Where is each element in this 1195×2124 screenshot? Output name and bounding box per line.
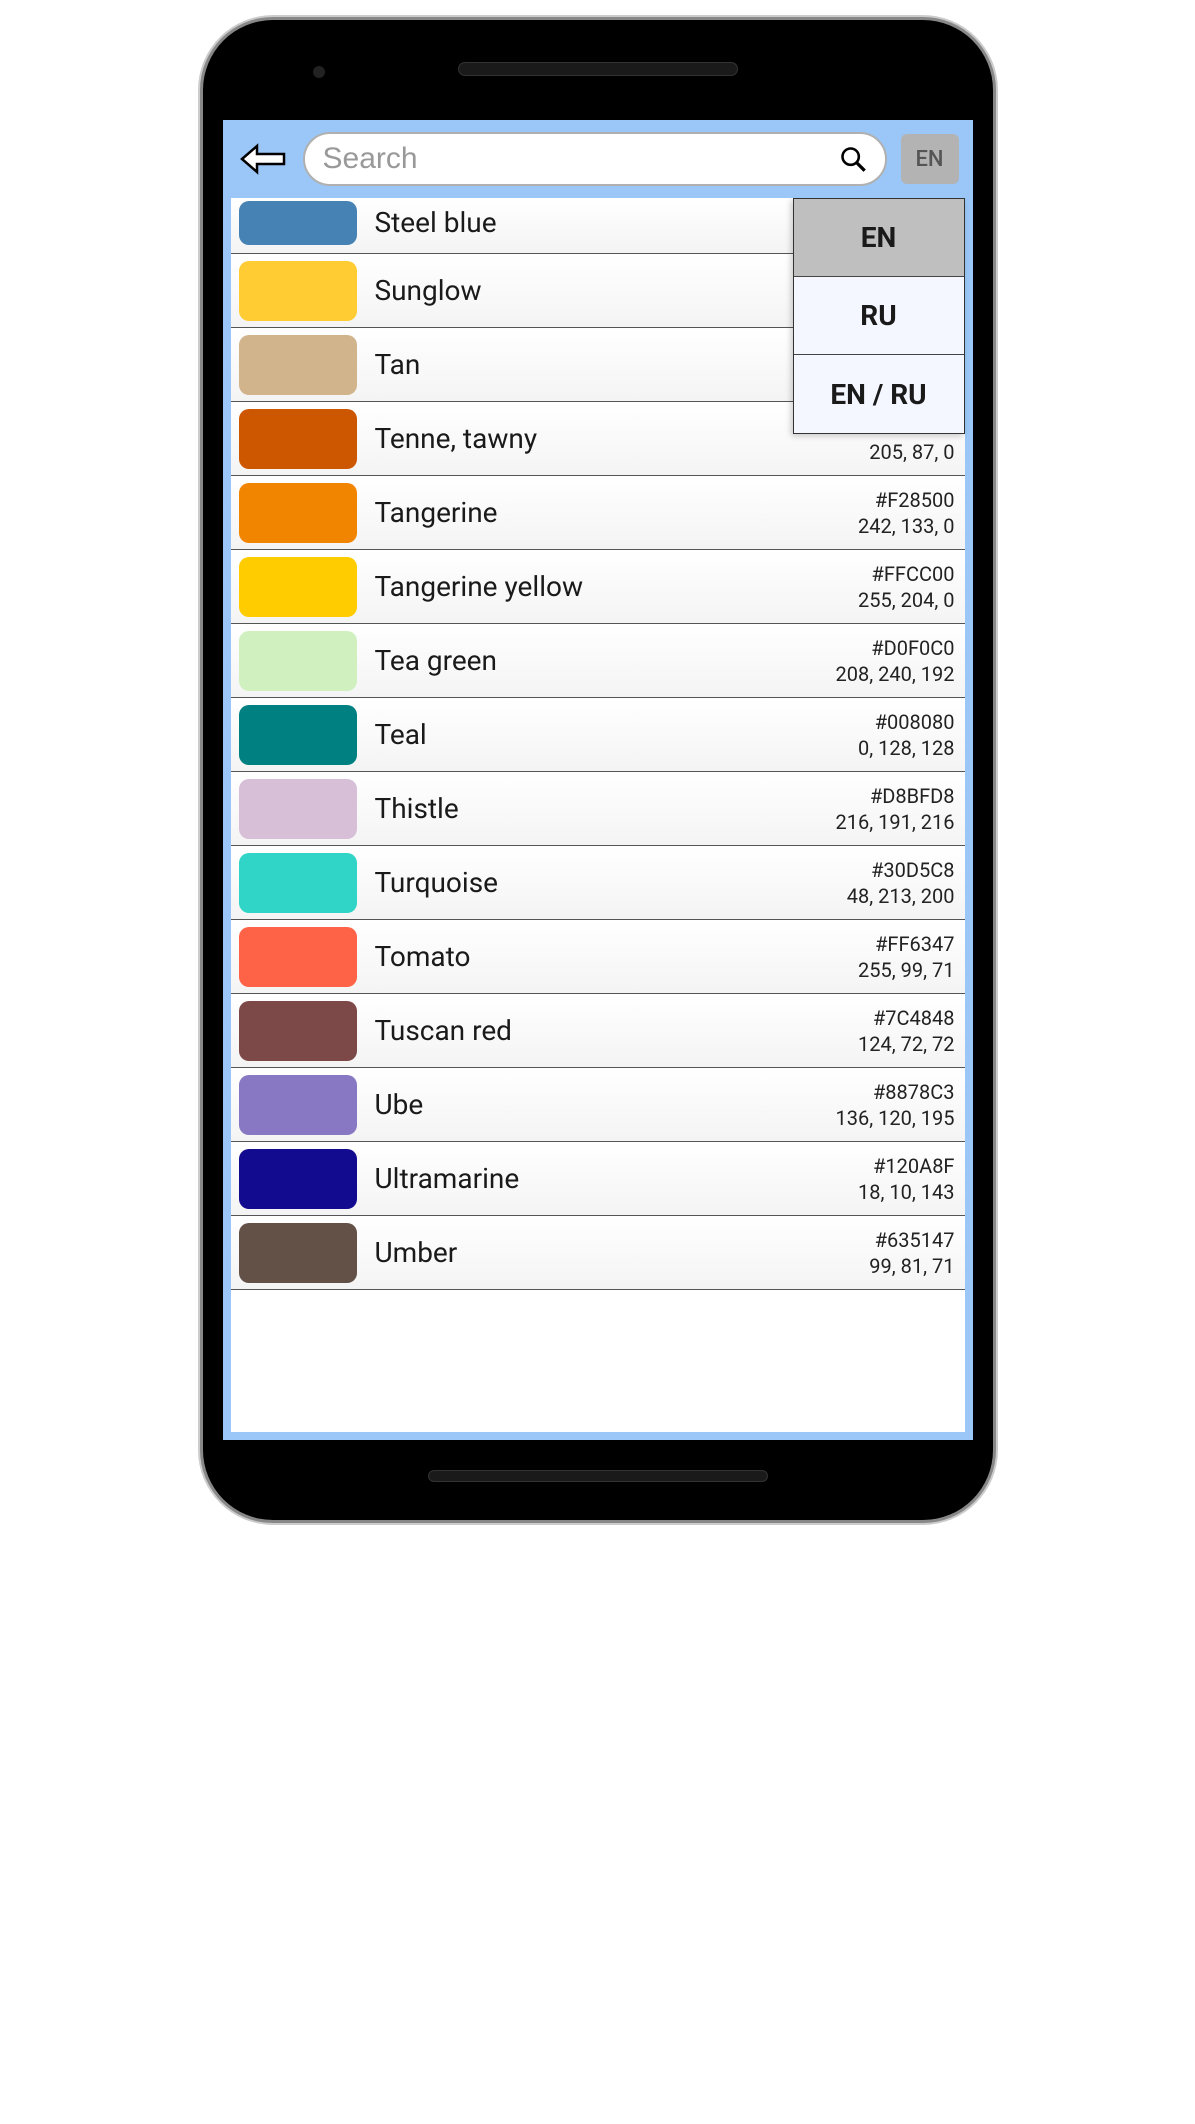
color-swatch (239, 1149, 357, 1209)
camera-dot (313, 66, 325, 78)
color-rgb: 216, 191, 216 (836, 809, 955, 835)
phone-frame: EN Steel blueSunglowTanTenne, tawny#CD57… (203, 20, 993, 1520)
color-row[interactable]: Tomato#FF6347255, 99, 71 (231, 920, 965, 994)
screen: EN Steel blueSunglowTanTenne, tawny#CD57… (223, 120, 973, 1440)
color-row[interactable]: Tangerine#F28500242, 133, 0 (231, 476, 965, 550)
color-codes: #120A8F18, 10, 143 (858, 1153, 954, 1205)
color-hex: #8878C3 (836, 1079, 955, 1105)
color-hex: #F28500 (858, 487, 954, 513)
color-codes: #30D5C848, 213, 200 (847, 857, 955, 909)
color-swatch (239, 631, 357, 691)
color-row[interactable]: Tangerine yellow#FFCC00255, 204, 0 (231, 550, 965, 624)
color-codes: #63514799, 81, 71 (869, 1227, 954, 1279)
color-swatch (239, 557, 357, 617)
speaker-top (458, 62, 738, 76)
color-name: Tangerine yellow (375, 570, 859, 603)
color-rgb: 0, 128, 128 (858, 735, 954, 761)
color-swatch (239, 261, 357, 321)
color-rgb: 255, 204, 0 (858, 587, 954, 613)
color-rgb: 48, 213, 200 (847, 883, 955, 909)
color-name: Ultramarine (375, 1162, 859, 1195)
color-swatch (239, 335, 357, 395)
color-swatch (239, 1001, 357, 1061)
language-menu-item[interactable]: RU (794, 277, 964, 355)
color-row[interactable]: Tea green#D0F0C0208, 240, 192 (231, 624, 965, 698)
color-row[interactable]: Turquoise#30D5C848, 213, 200 (231, 846, 965, 920)
color-rgb: 99, 81, 71 (869, 1253, 954, 1279)
color-codes: #D0F0C0208, 240, 192 (836, 635, 955, 687)
color-codes: #FFCC00255, 204, 0 (858, 561, 954, 613)
color-codes: #0080800, 128, 128 (858, 709, 954, 761)
color-row[interactable]: Thistle#D8BFD8216, 191, 216 (231, 772, 965, 846)
phone-inner: EN Steel blueSunglowTanTenne, tawny#CD57… (213, 30, 983, 1510)
color-name: Tuscan red (375, 1014, 859, 1047)
color-row[interactable]: Umber#63514799, 81, 71 (231, 1216, 965, 1290)
color-rgb: 124, 72, 72 (858, 1031, 954, 1057)
color-swatch (239, 1075, 357, 1135)
color-hex: #008080 (858, 709, 954, 735)
search-input[interactable] (323, 142, 839, 176)
color-codes: #7C4848124, 72, 72 (858, 1005, 954, 1057)
color-hex: #D8BFD8 (836, 783, 955, 809)
color-swatch (239, 927, 357, 987)
color-hex: #D0F0C0 (836, 635, 955, 661)
color-hex: #FF6347 (858, 931, 954, 957)
color-hex: #30D5C8 (847, 857, 955, 883)
color-row[interactable]: Ultramarine#120A8F18, 10, 143 (231, 1142, 965, 1216)
color-name: Tea green (375, 644, 836, 677)
search-icon[interactable] (839, 145, 867, 173)
color-swatch (239, 779, 357, 839)
color-name: Umber (375, 1236, 870, 1269)
back-button[interactable] (237, 139, 289, 179)
color-swatch (239, 1223, 357, 1283)
color-rgb: 242, 133, 0 (858, 513, 954, 539)
content-area: Steel blueSunglowTanTenne, tawny#CD57002… (223, 198, 973, 1440)
color-rgb: 205, 87, 0 (869, 439, 954, 465)
header-bar: EN (223, 120, 973, 198)
color-swatch (239, 705, 357, 765)
color-hex: #120A8F (858, 1153, 954, 1179)
color-rgb: 18, 10, 143 (858, 1179, 954, 1205)
color-name: Tomato (375, 940, 859, 973)
language-menu-item[interactable]: EN / RU (794, 355, 964, 433)
color-swatch (239, 483, 357, 543)
language-button-label: EN (915, 147, 943, 172)
app-root: EN Steel blueSunglowTanTenne, tawny#CD57… (223, 120, 973, 1440)
color-row[interactable]: Tuscan red#7C4848124, 72, 72 (231, 994, 965, 1068)
color-rgb: 136, 120, 195 (836, 1105, 955, 1131)
language-menu-item[interactable]: EN (794, 199, 964, 277)
speaker-bottom (428, 1470, 768, 1482)
language-button[interactable]: EN (901, 134, 959, 184)
color-swatch (239, 201, 357, 245)
color-row[interactable]: Ube#8878C3136, 120, 195 (231, 1068, 965, 1142)
color-name: Turquoise (375, 866, 847, 899)
color-rgb: 255, 99, 71 (858, 957, 954, 983)
color-swatch (239, 853, 357, 913)
color-hex: #7C4848 (858, 1005, 954, 1031)
color-codes: #8878C3136, 120, 195 (836, 1079, 955, 1131)
color-hex: #FFCC00 (858, 561, 954, 587)
color-swatch (239, 409, 357, 469)
color-hex: #635147 (869, 1227, 954, 1253)
color-codes: #FF6347255, 99, 71 (858, 931, 954, 983)
color-name: Teal (375, 718, 859, 751)
back-arrow-icon (239, 143, 287, 175)
color-name: Thistle (375, 792, 836, 825)
color-codes: #F28500242, 133, 0 (858, 487, 954, 539)
color-name: Ube (375, 1088, 836, 1121)
color-codes: #D8BFD8216, 191, 216 (836, 783, 955, 835)
color-row[interactable]: Teal#0080800, 128, 128 (231, 698, 965, 772)
search-box[interactable] (303, 132, 887, 186)
color-rgb: 208, 240, 192 (836, 661, 955, 687)
language-menu: ENRUEN / RU (793, 198, 965, 434)
color-name: Tangerine (375, 496, 859, 529)
